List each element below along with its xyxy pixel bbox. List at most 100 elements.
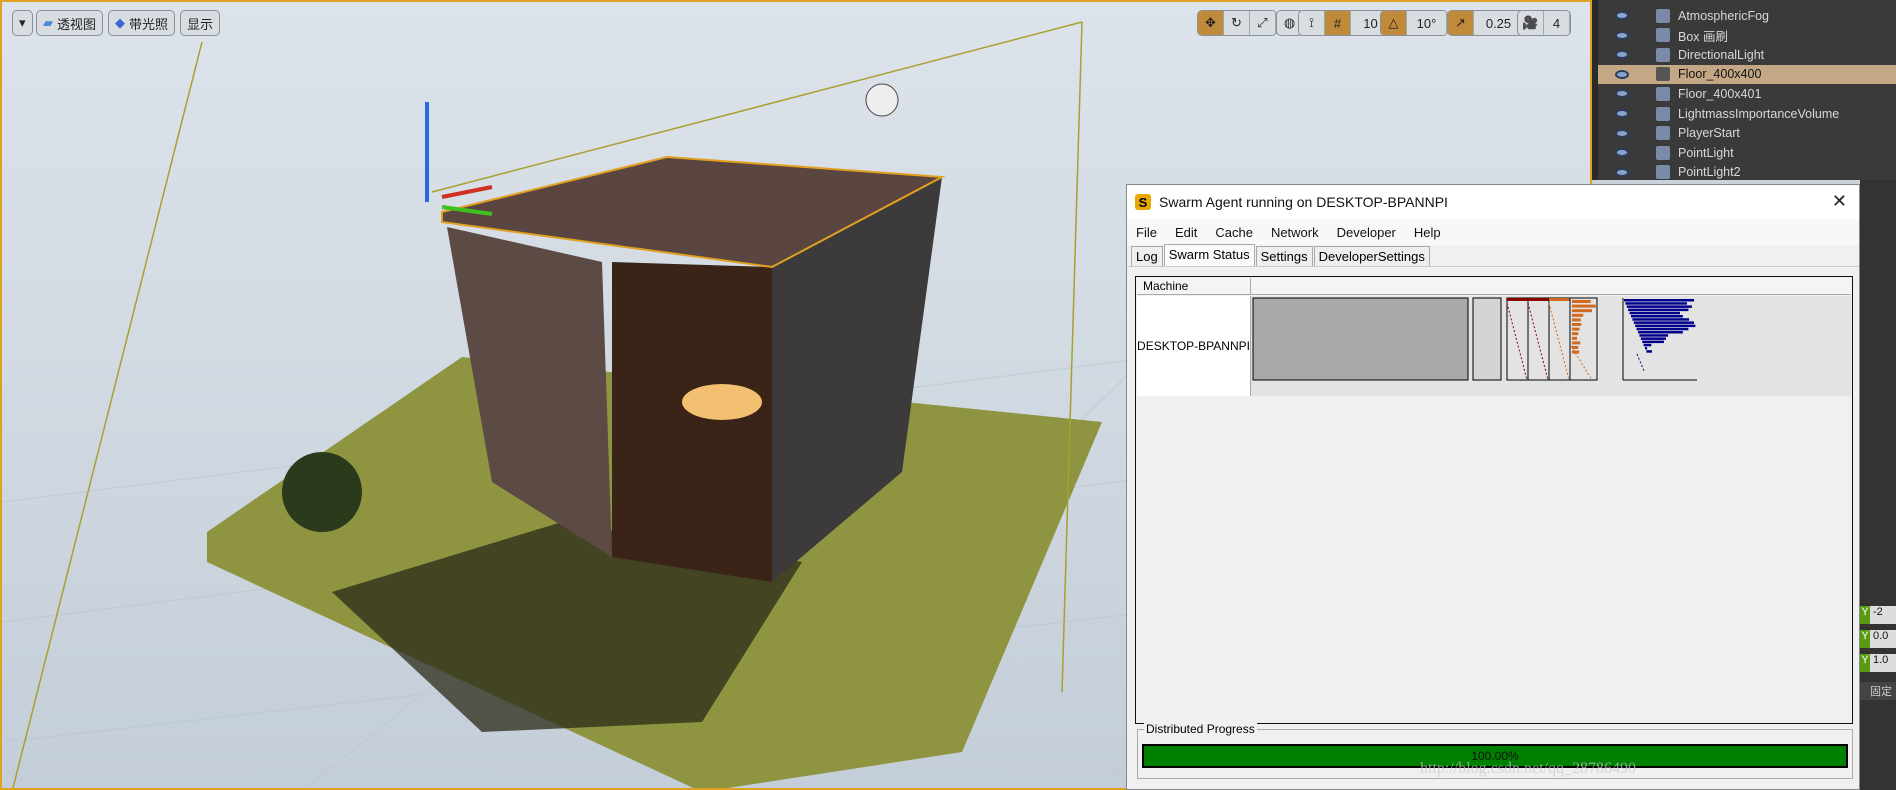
perspective-button[interactable]: ▰ 透视图 [36, 10, 104, 36]
blue-bar [1628, 308, 1689, 312]
pin-button[interactable]: 固定 [1860, 682, 1896, 700]
camera-speed-group[interactable]: 🎥 4 [1517, 10, 1571, 36]
column-header-machine[interactable]: Machine [1137, 278, 1251, 295]
window-title: Swarm Agent running on DESKTOP-BPANNPI [1159, 194, 1448, 210]
lit-mode-button[interactable]: ◆ 带光照 [108, 10, 176, 36]
eye-icon[interactable] [1615, 89, 1629, 99]
property-field[interactable]: Y 1.0 [1860, 654, 1896, 672]
camera-speed-value[interactable]: 4 [1544, 11, 1570, 35]
machine-activity-graph [1252, 297, 1697, 381]
tab-swarm-status[interactable]: Swarm Status [1163, 244, 1255, 266]
blue-bar [1645, 347, 1648, 350]
chevron-down-icon: ▾ [19, 15, 26, 30]
eye-icon[interactable] [1615, 50, 1629, 60]
scale-snap-icon[interactable]: ↗ [1448, 11, 1474, 35]
tab-log[interactable]: Log [1131, 246, 1163, 266]
player-start-icon [1656, 126, 1670, 141]
grid-snap-group[interactable]: ⟟ #10 [1298, 10, 1392, 36]
perspective-icon: ▰ [43, 15, 53, 30]
outliner-item[interactable]: Floor_400x401 [1598, 84, 1896, 103]
property-field[interactable]: Y -2 [1860, 606, 1896, 624]
column-header-bar [1507, 298, 1528, 301]
machine-name: DESKTOP-BPANNPI [1137, 296, 1251, 396]
eye-icon[interactable] [1615, 167, 1629, 177]
blue-bar [1624, 299, 1694, 302]
viewport-options-button[interactable]: ▾ [12, 10, 33, 36]
room-interior [612, 262, 772, 582]
scale-snap-group[interactable]: ↗ 0.25 [1447, 10, 1525, 36]
directional-light-icon [1656, 47, 1670, 62]
outliner-item[interactable]: LightmassImportanceVolume [1598, 104, 1896, 123]
menu-help[interactable]: Help [1405, 225, 1450, 240]
eye-icon[interactable] [1615, 128, 1629, 138]
blue-bar [1633, 321, 1694, 324]
orange-bar [1572, 309, 1592, 313]
eye-icon[interactable] [1615, 11, 1629, 20]
blue-bar [1632, 318, 1690, 321]
menu-edit[interactable]: Edit [1166, 225, 1206, 240]
grid-icon[interactable]: # [1325, 11, 1351, 35]
outliner-item[interactable]: Floor_400x400 [1598, 64, 1896, 84]
lit-cube-icon: ◆ [115, 15, 125, 30]
column-header-bar [1549, 298, 1570, 301]
menu-file[interactable]: File [1127, 225, 1166, 240]
table-row[interactable]: DESKTOP-BPANNPI [1137, 296, 1851, 396]
point-light-icon [1656, 145, 1670, 160]
menu-developer[interactable]: Developer [1328, 225, 1405, 240]
outliner-item[interactable]: PointLight2 [1598, 163, 1896, 182]
eye-icon[interactable] [1615, 69, 1629, 79]
blue-bar [1625, 302, 1687, 305]
angle-icon[interactable]: △ [1381, 11, 1407, 35]
title-bar[interactable]: S Swarm Agent running on DESKTOP-BPANNPI ✕ [1127, 185, 1859, 219]
close-icon[interactable]: ✕ [1832, 191, 1847, 212]
progress-trace [1636, 353, 1645, 372]
blue-bar [1635, 324, 1696, 328]
orange-bar [1572, 332, 1579, 336]
menu-cache[interactable]: Cache [1206, 225, 1262, 240]
orange-bar [1572, 318, 1581, 322]
blue-bar [1629, 311, 1680, 315]
show-button[interactable]: 显示 [180, 10, 221, 36]
move-icon[interactable]: ✥ [1198, 11, 1224, 35]
camera-icon[interactable]: 🎥 [1518, 11, 1544, 35]
static-mesh-icon [1656, 67, 1670, 82]
table-lamp-glow [682, 384, 762, 420]
bush [282, 452, 362, 532]
static-mesh-icon [1656, 86, 1670, 101]
swarm-logo-icon: S [1135, 194, 1151, 210]
column-header-bar [1528, 298, 1549, 301]
fog-icon [1656, 8, 1670, 23]
scale-icon[interactable]: ⤢ [1250, 11, 1276, 35]
blue-bar [1638, 331, 1683, 334]
rotate-icon[interactable]: ↻ [1224, 11, 1250, 35]
outliner-item[interactable]: DirectionalLight [1598, 45, 1896, 64]
orange-bar [1572, 346, 1579, 349]
transform-tools[interactable]: ✥ ↻ ⤢ [1197, 10, 1277, 36]
eye-icon[interactable] [1615, 148, 1629, 158]
idle-block [1252, 297, 1469, 381]
outliner-item[interactable]: Box 画刷 [1598, 26, 1896, 45]
eye-icon[interactable] [1615, 109, 1629, 118]
blue-bar [1646, 350, 1652, 353]
eye-icon[interactable] [1615, 30, 1629, 40]
surface-snap-icon[interactable]: ⟟ [1299, 11, 1325, 35]
blue-bar [1626, 305, 1692, 308]
outliner-item[interactable]: AtmosphericFog [1598, 6, 1896, 25]
cache-block [1472, 297, 1502, 381]
property-field[interactable]: Y 0.0 [1860, 630, 1896, 648]
tab-settings[interactable]: Settings [1255, 246, 1313, 266]
menu-network[interactable]: Network [1262, 225, 1328, 240]
orange-bar [1572, 336, 1577, 340]
rotation-snap-group[interactable]: △ 10° [1380, 10, 1448, 36]
watermark: http://blog.csdn.net/qq_28786490 [1420, 760, 1636, 777]
outliner-item[interactable]: PointLight [1598, 143, 1896, 162]
orange-bar [1572, 313, 1584, 317]
swarm-status-table: Machine DESKTOP-BPANNPI [1135, 276, 1853, 724]
outliner-item[interactable]: PlayerStart [1598, 124, 1896, 143]
volume-icon [1656, 106, 1670, 121]
rotation-snap-value[interactable]: 10° [1407, 11, 1447, 35]
blue-bar [1642, 340, 1664, 344]
tab-developersettings[interactable]: DeveloperSettings [1313, 246, 1430, 266]
blue-bar [1631, 315, 1683, 318]
orange-bar [1572, 341, 1581, 345]
